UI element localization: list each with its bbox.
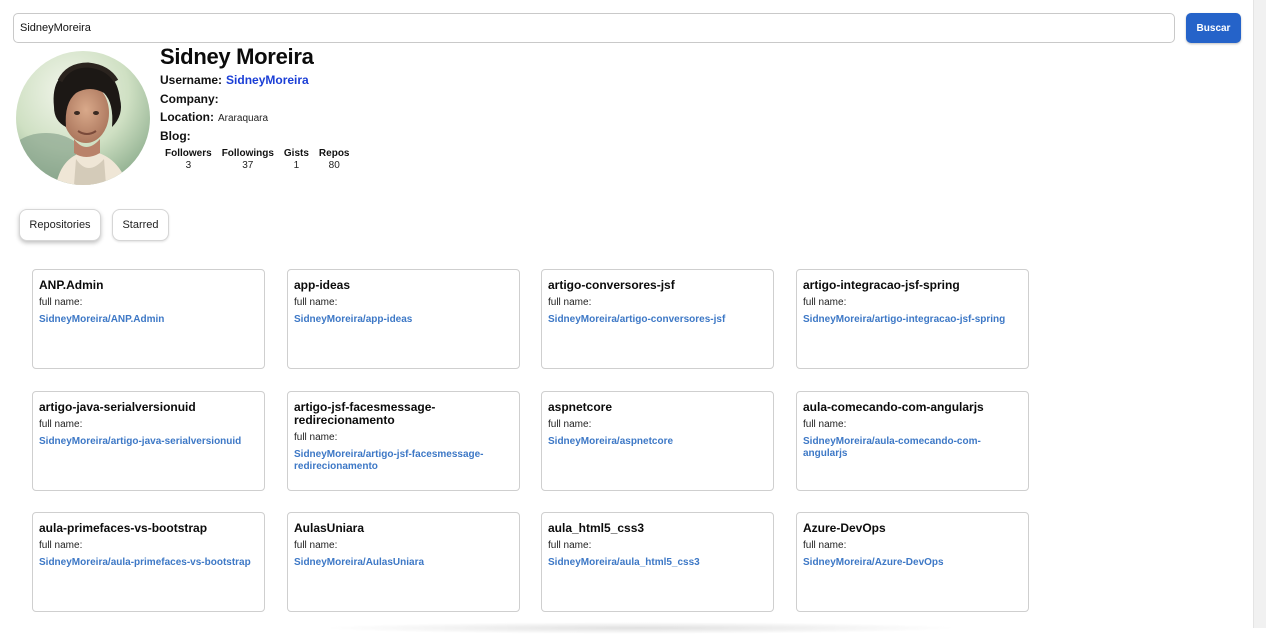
stat-value: 80	[328, 160, 340, 171]
repo-name: aula-comecando-com-angularjs	[803, 400, 984, 414]
repo-card[interactable]: ANP.Admin full name: SidneyMoreira/ANP.A…	[32, 269, 265, 369]
repo-card[interactable]: artigo-jsf-facesmessage-redirecionamento…	[287, 391, 520, 491]
username-link[interactable]: SidneyMoreira	[226, 73, 309, 87]
repo-fullname-link[interactable]: SidneyMoreira/aula-comecando-com-angular…	[803, 436, 1022, 460]
repo-fullname-link[interactable]: SidneyMoreira/artigo-conversores-jsf	[548, 314, 767, 326]
username-row: Username: SidneyMoreira	[160, 73, 309, 87]
repo-fullname-link[interactable]: SidneyMoreira/artigo-jsf-facesmessage-re…	[294, 449, 513, 473]
stat-label: Followers	[165, 148, 212, 159]
repo-card[interactable]: artigo-integracao-jsf-spring full name: …	[796, 269, 1029, 369]
repo-name: aula_html5_css3	[548, 521, 645, 535]
search-button[interactable]: Buscar	[1186, 13, 1241, 43]
repo-name: artigo-jsf-facesmessage-redirecionamento	[294, 400, 436, 427]
repo-fullname-label: full name:	[803, 540, 847, 551]
stat-value: 1	[293, 160, 300, 171]
stat-gists: Gists 1	[284, 148, 309, 171]
stat-followers: Followers 3	[165, 148, 212, 171]
repo-card[interactable]: app-ideas full name: SidneyMoreira/app-i…	[287, 269, 520, 369]
page-scrollbar[interactable]	[1253, 0, 1266, 628]
stat-repos: Repos 80	[319, 148, 350, 171]
location-label: Location:	[160, 110, 214, 124]
repo-name: aula-primefaces-vs-bootstrap	[39, 521, 208, 535]
blog-row: Blog:	[160, 129, 195, 143]
repo-fullname-link[interactable]: SidneyMoreira/app-ideas	[294, 314, 513, 326]
repo-card[interactable]: aula-primefaces-vs-bootstrap full name: …	[32, 512, 265, 612]
repo-fullname-label: full name:	[39, 540, 83, 551]
stat-label: Repos	[318, 148, 350, 159]
repo-name: AulasUniara	[294, 521, 365, 535]
stat-value: 3	[185, 160, 192, 171]
repo-fullname-link[interactable]: SidneyMoreira/aula-primefaces-vs-bootstr…	[39, 557, 258, 569]
tab-starred[interactable]: Starred	[112, 209, 169, 241]
company-row: Company:	[160, 92, 223, 106]
repo-card[interactable]: AulasUniara full name: SidneyMoreira/Aul…	[287, 512, 520, 612]
repo-fullname-label: full name:	[548, 540, 592, 551]
repo-fullname-label: full name:	[294, 540, 338, 551]
repo-name: ANP.Admin	[39, 278, 104, 292]
repo-card[interactable]: aula_html5_css3 full name: SidneyMoreira…	[541, 512, 774, 612]
repo-fullname-label: full name:	[548, 419, 592, 430]
repo-fullname-link[interactable]: SidneyMoreira/artigo-integracao-jsf-spri…	[803, 314, 1022, 326]
profile-stats: Followers 3 Followings 37 Gists 1 Repos …	[160, 148, 359, 171]
repo-fullname-label: full name:	[39, 297, 83, 308]
repo-fullname-link[interactable]: SidneyMoreira/AulasUniara	[294, 557, 513, 569]
repo-name: artigo-conversores-jsf	[548, 278, 675, 292]
avatar-photo	[16, 51, 150, 185]
stat-label: Followings	[221, 148, 274, 159]
repo-name: aspnetcore	[548, 400, 613, 414]
repo-fullname-label: full name:	[39, 419, 83, 430]
stat-followings: Followings 37	[222, 148, 274, 171]
search-input[interactable]	[13, 13, 1175, 43]
repo-card[interactable]: aspnetcore full name: SidneyMoreira/aspn…	[541, 391, 774, 491]
repo-fullname-link[interactable]: SidneyMoreira/aula_html5_css3	[548, 557, 767, 569]
repo-name: artigo-java-serialversionuid	[39, 400, 196, 414]
location-row: Location: Araraquara	[160, 110, 268, 124]
repo-fullname-link[interactable]: SidneyMoreira/Azure-DevOps	[803, 557, 1022, 569]
stat-label: Gists	[283, 148, 309, 159]
repo-card[interactable]: artigo-java-serialversionuid full name: …	[32, 391, 265, 491]
repo-fullname-link[interactable]: SidneyMoreira/artigo-java-serialversionu…	[39, 436, 258, 448]
profile-name: Sidney Moreira	[160, 44, 314, 69]
repo-fullname-link[interactable]: SidneyMoreira/aspnetcore	[548, 436, 767, 448]
bottom-shadow	[320, 622, 960, 634]
blog-label: Blog:	[160, 129, 191, 143]
repo-fullname-label: full name:	[548, 297, 592, 308]
repo-fullname-label: full name:	[803, 297, 847, 308]
company-label: Company:	[160, 92, 219, 106]
repo-fullname-link[interactable]: SidneyMoreira/ANP.Admin	[39, 314, 258, 326]
repo-fullname-label: full name:	[294, 432, 338, 443]
repo-fullname-label: full name:	[803, 419, 847, 430]
repo-name: app-ideas	[294, 278, 351, 292]
repo-card[interactable]: artigo-conversores-jsf full name: Sidney…	[541, 269, 774, 369]
avatar	[16, 51, 150, 185]
repo-card[interactable]: Azure-DevOps full name: SidneyMoreira/Az…	[796, 512, 1029, 612]
repo-card[interactable]: aula-comecando-com-angularjs full name: …	[796, 391, 1029, 491]
location-value: Araraquara	[218, 113, 269, 124]
repo-name: Azure-DevOps	[803, 521, 886, 535]
repo-fullname-label: full name:	[294, 297, 338, 308]
stat-value: 37	[242, 160, 254, 171]
username-label: Username:	[160, 73, 223, 87]
tab-repositories[interactable]: Repositories	[19, 209, 101, 241]
repo-name: artigo-integracao-jsf-spring	[803, 278, 960, 292]
